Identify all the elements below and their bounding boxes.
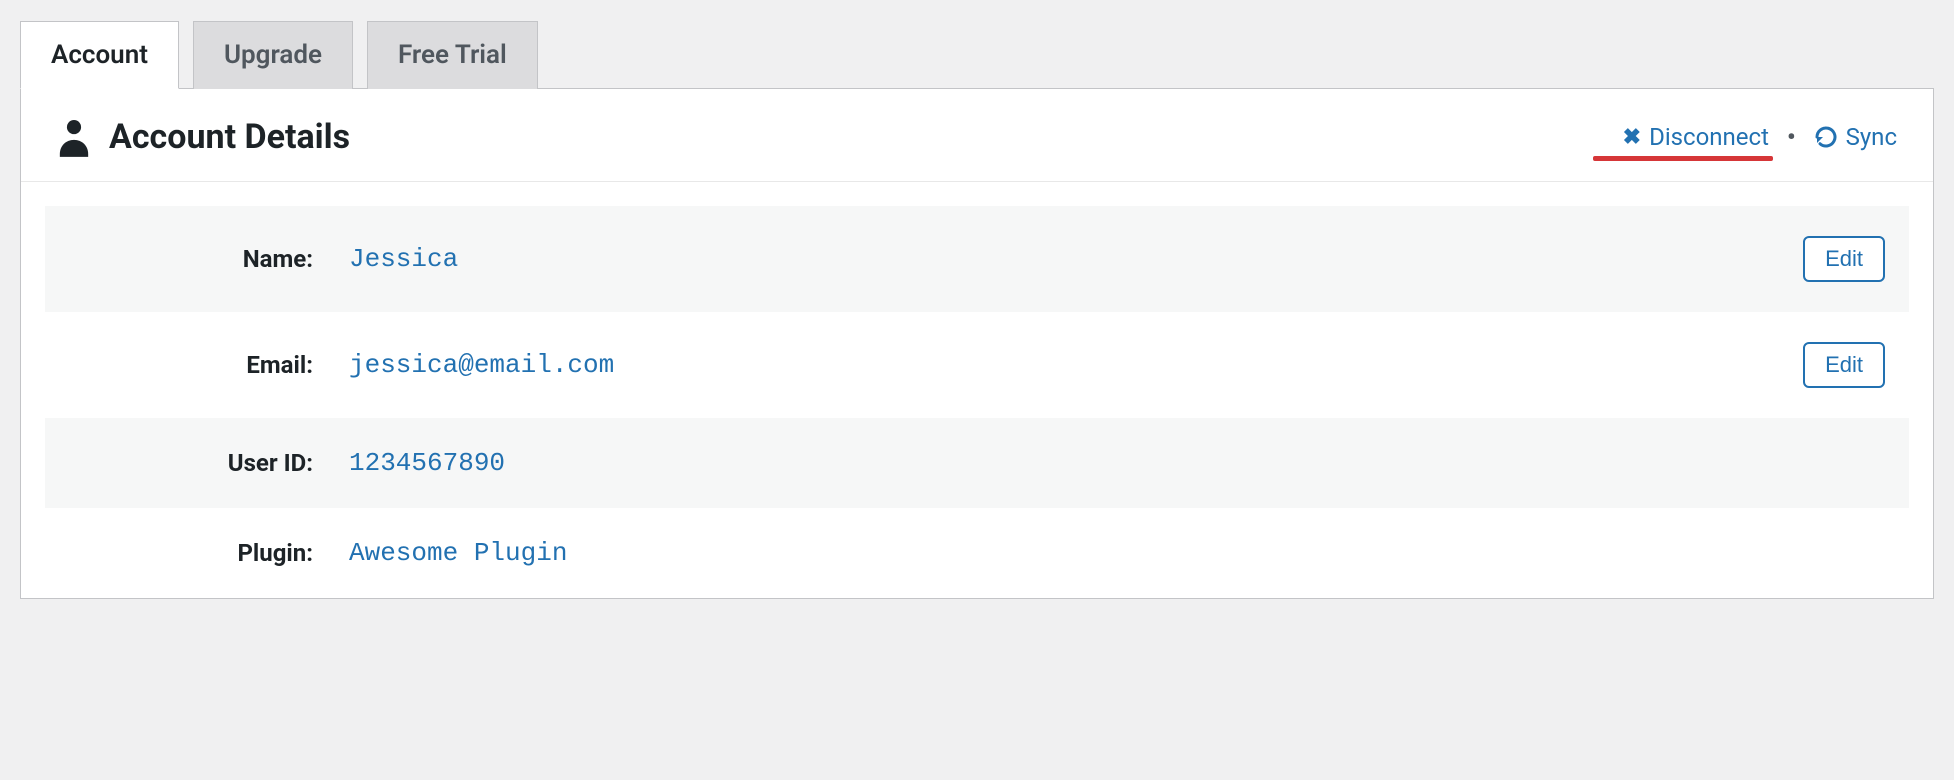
tab-upgrade[interactable]: Upgrade <box>193 21 353 89</box>
highlight-underline <box>1593 156 1773 161</box>
row-email: Email: jessica@email.com Edit <box>45 312 1909 418</box>
panel-header: Account Details ✖ Disconnect • Sync <box>21 89 1933 182</box>
sync-label: Sync <box>1846 123 1897 151</box>
dot-separator: • <box>1787 123 1796 151</box>
disconnect-link[interactable]: ✖ Disconnect <box>1623 123 1769 151</box>
row-name: Name: Jessica Edit <box>45 206 1909 312</box>
row-plugin: Plugin: Awesome Plugin <box>45 508 1909 598</box>
details-list: Name: Jessica Edit Email: jessica@email.… <box>21 182 1933 598</box>
name-label: Name: <box>69 245 349 273</box>
row-user-id: User ID: 1234567890 <box>45 418 1909 508</box>
page-title: Account Details <box>109 117 350 157</box>
email-value: jessica@email.com <box>349 350 1803 380</box>
disconnect-label: Disconnect <box>1649 123 1769 151</box>
edit-email-button[interactable]: Edit <box>1803 342 1885 388</box>
edit-name-button[interactable]: Edit <box>1803 236 1885 282</box>
plugin-value: Awesome Plugin <box>349 538 1885 568</box>
header-actions: ✖ Disconnect • Sync <box>1623 123 1897 151</box>
tab-account[interactable]: Account <box>20 21 179 89</box>
panel-title-wrap: Account Details <box>57 117 350 157</box>
sync-icon <box>1814 125 1838 149</box>
sync-link[interactable]: Sync <box>1814 123 1897 151</box>
name-value: Jessica <box>349 244 1803 274</box>
tabs-nav: Account Upgrade Free Trial <box>20 20 1934 89</box>
user-id-value: 1234567890 <box>349 448 1885 478</box>
email-label: Email: <box>69 351 349 379</box>
close-icon: ✖ <box>1623 125 1641 150</box>
tab-free-trial[interactable]: Free Trial <box>367 21 538 89</box>
user-id-label: User ID: <box>69 449 349 477</box>
account-panel: Account Details ✖ Disconnect • Sync <box>20 89 1934 599</box>
user-icon <box>57 117 91 157</box>
plugin-label: Plugin: <box>69 539 349 567</box>
